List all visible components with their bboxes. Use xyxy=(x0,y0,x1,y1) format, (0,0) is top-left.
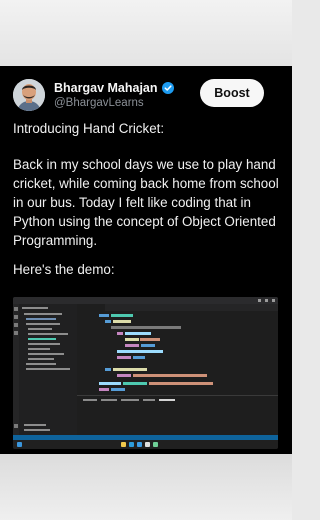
code-token xyxy=(105,320,111,323)
panel-tab[interactable] xyxy=(143,399,155,401)
code-token xyxy=(105,368,111,371)
browser-icon[interactable] xyxy=(129,442,134,447)
code-token xyxy=(117,374,131,377)
vscode-icon[interactable] xyxy=(137,442,142,447)
background-top xyxy=(0,0,292,66)
editor-tab[interactable] xyxy=(77,304,105,311)
author-name[interactable]: Bhargav Mahajan xyxy=(54,81,158,95)
avatar-photo xyxy=(13,79,45,111)
post-text-intro: Introducing Hand Cricket: xyxy=(13,121,165,136)
minimize-icon xyxy=(258,299,261,302)
code-token xyxy=(141,344,155,347)
post-text-body: Back in my school days we use to play ha… xyxy=(13,157,279,248)
tree-item xyxy=(28,353,64,355)
code-token xyxy=(113,320,131,323)
code-token xyxy=(99,382,121,385)
terminal-panel[interactable] xyxy=(77,395,278,436)
code-token xyxy=(125,344,139,347)
code-token xyxy=(117,332,123,335)
panel-tab-active[interactable] xyxy=(159,399,175,401)
tree-item xyxy=(24,313,62,315)
boost-button[interactable]: Boost xyxy=(200,79,264,107)
panel-tab[interactable] xyxy=(101,399,117,401)
timeline-heading xyxy=(24,429,50,431)
tree-item xyxy=(26,323,60,325)
tree-item xyxy=(28,343,60,345)
tree-item xyxy=(28,348,50,350)
background-bottom xyxy=(0,454,292,520)
code-token xyxy=(113,368,147,371)
embedded-screenshot[interactable] xyxy=(13,297,278,449)
post-text-demo: Here's the demo: xyxy=(13,262,115,277)
panel-tab[interactable] xyxy=(121,399,139,401)
code-token xyxy=(111,314,133,317)
app-icon[interactable] xyxy=(153,442,158,447)
code-token xyxy=(123,382,147,385)
code-token xyxy=(99,388,109,391)
search-icon xyxy=(14,315,18,319)
author-handle[interactable]: @BhargavLearns xyxy=(54,97,144,109)
code-token xyxy=(111,326,181,329)
start-icon[interactable] xyxy=(17,442,22,447)
code-token xyxy=(133,374,207,377)
folder-icon[interactable] xyxy=(121,442,126,447)
windows-taskbar xyxy=(13,440,278,449)
code-token xyxy=(117,350,163,353)
code-token xyxy=(133,356,145,359)
code-token xyxy=(117,356,131,359)
app-icon[interactable] xyxy=(145,442,150,447)
tree-item xyxy=(26,368,70,370)
gear-icon xyxy=(14,424,18,428)
tree-item xyxy=(26,363,56,365)
code-token xyxy=(149,382,213,385)
code-token xyxy=(125,332,151,335)
explorer-heading xyxy=(22,307,48,309)
outline-heading xyxy=(24,424,46,426)
source-control-icon xyxy=(14,323,18,327)
tree-item xyxy=(28,338,56,340)
run-debug-icon xyxy=(14,331,18,335)
code-token xyxy=(99,314,109,317)
post-card: Bhargav Mahajan @BhargavLearns Boost Int… xyxy=(0,66,292,454)
code-editor[interactable] xyxy=(77,311,278,395)
verified-badge-icon xyxy=(161,82,174,94)
panel-tab[interactable] xyxy=(83,399,97,401)
author-row: Bhargav Mahajan xyxy=(54,80,174,96)
avatar[interactable] xyxy=(13,79,45,111)
tree-item xyxy=(28,333,68,335)
vscode-titlebar xyxy=(13,297,278,304)
vscode-tabbar xyxy=(77,304,278,311)
code-token xyxy=(111,388,125,391)
code-token xyxy=(125,338,139,341)
code-token xyxy=(140,338,160,341)
files-icon xyxy=(14,307,18,311)
close-icon xyxy=(272,299,275,302)
tree-item xyxy=(28,328,52,330)
tree-item xyxy=(26,318,56,320)
maximize-icon xyxy=(265,299,268,302)
vscode-explorer xyxy=(19,304,77,435)
tree-item xyxy=(28,358,54,360)
